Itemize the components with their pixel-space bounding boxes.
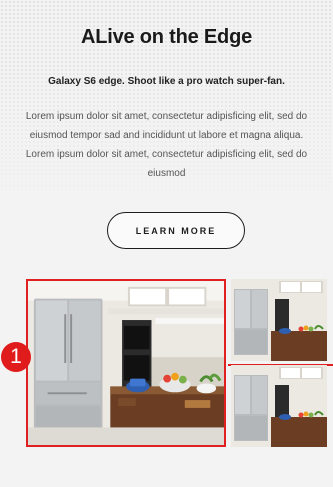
kitchen-refrigerator-thumbnail [231,365,327,447]
gallery-thumbnail[interactable] [231,279,327,361]
learn-more-button[interactable]: LEARN MORE [107,212,245,249]
kitchen-refrigerator-image [28,281,224,445]
subheadline: Galaxy S6 edge. Shoot like a pro watch s… [48,76,285,87]
body-copy: Lorem ipsum dolor sit amet, consectetur … [25,111,308,179]
kitchen-refrigerator-thumbnail [231,279,327,361]
promo-page: ALive on the Edge Galaxy S6 edge. Shoot … [0,0,333,487]
step-number-badge: 1 [1,342,31,372]
headline: ALive on the Edge [80,26,253,48]
main-product-image[interactable] [26,279,226,447]
gallery-thumbnail[interactable] [231,365,327,447]
